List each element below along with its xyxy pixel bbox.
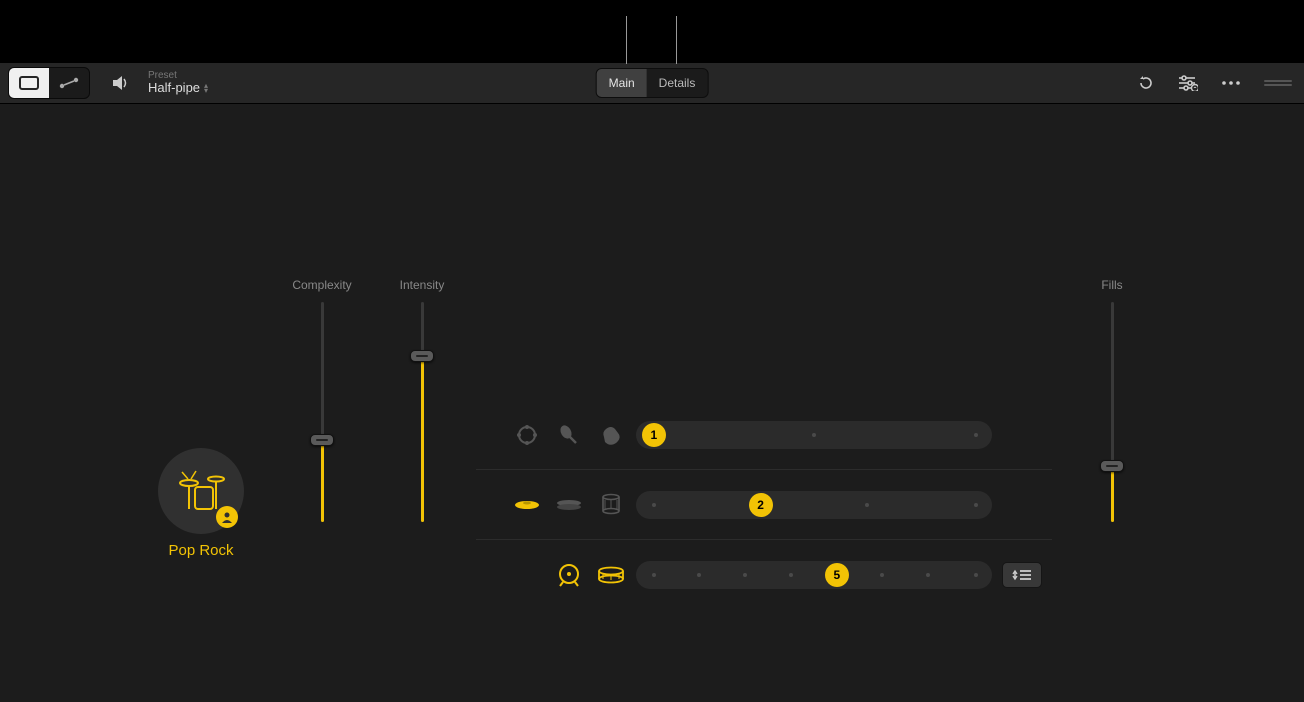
track-dot bbox=[880, 573, 884, 577]
intensity-track bbox=[421, 302, 424, 522]
refresh-button[interactable] bbox=[1138, 75, 1154, 91]
percussion-track[interactable]: 1 bbox=[636, 421, 992, 449]
view-tabs: Main Details bbox=[596, 68, 709, 98]
complexity-label: Complexity bbox=[292, 278, 352, 292]
track-dot bbox=[974, 433, 978, 437]
toolbar: Preset Half-pipe ▴▾ Main Details bbox=[0, 62, 1304, 104]
complexity-fill bbox=[321, 434, 324, 522]
drummer-avatar bbox=[158, 448, 244, 534]
row-extra bbox=[1002, 562, 1052, 588]
more-button[interactable] bbox=[1222, 81, 1240, 85]
intensity-slider[interactable] bbox=[392, 302, 452, 522]
volume-button[interactable] bbox=[112, 75, 130, 91]
track-dot bbox=[652, 503, 656, 507]
track-dot bbox=[974, 573, 978, 577]
hihat-open-icon[interactable] bbox=[596, 490, 626, 520]
refresh-icon bbox=[1138, 75, 1154, 91]
steps-button[interactable] bbox=[1002, 562, 1042, 588]
person-icon bbox=[221, 511, 233, 523]
callout-line-main bbox=[626, 16, 627, 64]
hihat-closed-icon[interactable] bbox=[554, 490, 584, 520]
cymbals-row: 2 bbox=[476, 470, 1052, 540]
fills-slider[interactable] bbox=[1082, 302, 1142, 522]
drag-handle[interactable] bbox=[1264, 80, 1292, 86]
chevron-updown-icon: ▴▾ bbox=[204, 83, 208, 93]
drumkit-icon bbox=[176, 469, 226, 513]
kicksnare-track[interactable]: 5 bbox=[636, 561, 992, 589]
fills-label: Fills bbox=[1082, 278, 1142, 292]
shaker-icon[interactable] bbox=[554, 420, 584, 450]
preset-name: Half-pipe ▴▾ bbox=[148, 81, 208, 95]
percussion-thumb[interactable]: 1 bbox=[642, 423, 666, 447]
cymbal-icon[interactable] bbox=[512, 490, 542, 520]
pattern-area: 1 2 bbox=[476, 400, 1052, 610]
intensity-label: Intensity bbox=[392, 278, 452, 292]
view-toggle bbox=[8, 67, 90, 99]
intensity-fill bbox=[421, 350, 424, 522]
preset-selector[interactable]: Preset Half-pipe ▴▾ bbox=[148, 70, 208, 95]
fills-thumb[interactable] bbox=[1100, 460, 1124, 472]
fills-slider-group: Fills bbox=[1082, 278, 1142, 522]
intensity-slider-group: Intensity bbox=[392, 278, 452, 522]
automation-view-button[interactable] bbox=[49, 68, 89, 98]
percussion-icons bbox=[476, 420, 626, 450]
percussion-row: 1 bbox=[476, 400, 1052, 470]
track-dot bbox=[789, 573, 793, 577]
complexity-slider[interactable] bbox=[292, 302, 352, 522]
right-tools bbox=[1138, 75, 1296, 91]
track-dot bbox=[974, 503, 978, 507]
more-icon bbox=[1222, 81, 1240, 85]
track-dot bbox=[865, 503, 869, 507]
panel-view-button[interactable] bbox=[9, 68, 49, 98]
complexity-track bbox=[321, 302, 324, 522]
kicksnare-icons bbox=[476, 560, 626, 590]
volume-icon bbox=[112, 75, 130, 91]
callout-line-details bbox=[676, 16, 677, 64]
track-dot bbox=[697, 573, 701, 577]
cymbals-track[interactable]: 2 bbox=[636, 491, 992, 519]
tab-main[interactable]: Main bbox=[597, 69, 647, 97]
track-dot bbox=[812, 433, 816, 437]
tambourine-icon[interactable] bbox=[512, 420, 542, 450]
track-dot bbox=[926, 573, 930, 577]
editor-canvas: Pop Rock Complexity Intensity Fills bbox=[0, 104, 1304, 702]
fills-track bbox=[1111, 302, 1114, 522]
kick-icon[interactable] bbox=[554, 560, 584, 590]
preset-name-text: Half-pipe bbox=[148, 81, 200, 95]
claps-icon[interactable] bbox=[596, 420, 626, 450]
tab-details[interactable]: Details bbox=[647, 69, 708, 97]
drummer-tile[interactable]: Pop Rock bbox=[158, 448, 244, 559]
automation-icon bbox=[58, 76, 80, 90]
track-dot bbox=[652, 573, 656, 577]
kicksnare-thumb[interactable]: 5 bbox=[825, 563, 849, 587]
kicksnare-row: 5 bbox=[476, 540, 1052, 610]
drummer-style: Pop Rock bbox=[158, 542, 244, 559]
intensity-thumb[interactable] bbox=[410, 350, 434, 362]
cymbals-thumb[interactable]: 2 bbox=[749, 493, 773, 517]
complexity-thumb[interactable] bbox=[310, 434, 334, 446]
snare-icon[interactable] bbox=[596, 560, 626, 590]
settings-icon bbox=[1178, 75, 1198, 91]
cymbals-icons bbox=[476, 490, 626, 520]
track-dot bbox=[743, 573, 747, 577]
settings-button[interactable] bbox=[1178, 75, 1198, 91]
steps-icon bbox=[1012, 568, 1032, 582]
panel-icon bbox=[19, 76, 39, 90]
user-badge bbox=[216, 506, 238, 528]
complexity-slider-group: Complexity bbox=[292, 278, 352, 522]
